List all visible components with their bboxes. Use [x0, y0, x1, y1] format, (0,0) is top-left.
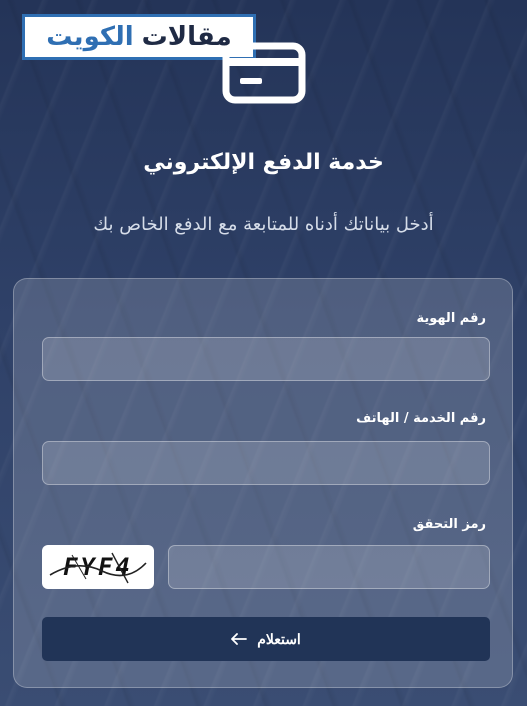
page-title: خدمة الدفع الإلكتروني [143, 150, 384, 175]
id-label: رقم الهوية [416, 311, 486, 326]
logo-text-part2: الكويت [46, 22, 134, 52]
id-number-input[interactable] [42, 337, 490, 381]
arrow-left-icon [231, 633, 248, 645]
captcha-image: FYF4 [42, 545, 154, 589]
logo-text-part1: مقالات [141, 22, 232, 52]
submit-label: استعلام [257, 630, 301, 647]
site-logo[interactable]: مقالات الكويت [22, 14, 256, 60]
captcha-noise [49, 552, 147, 584]
page-subtitle: أدخل بياناتك أدناه للمتابعة مع الدفع الخ… [93, 214, 434, 235]
submit-button[interactable]: استعلام [42, 617, 490, 661]
service-number-input[interactable] [42, 441, 490, 485]
captcha-input[interactable] [168, 545, 490, 589]
captcha-label: رمز التحقق [412, 517, 486, 532]
credit-card-icon [222, 42, 306, 104]
payment-form: رقم الهوية رقم الخدمة / الهاتف رمز التحق… [13, 278, 513, 688]
service-label: رقم الخدمة / الهاتف [356, 411, 486, 426]
